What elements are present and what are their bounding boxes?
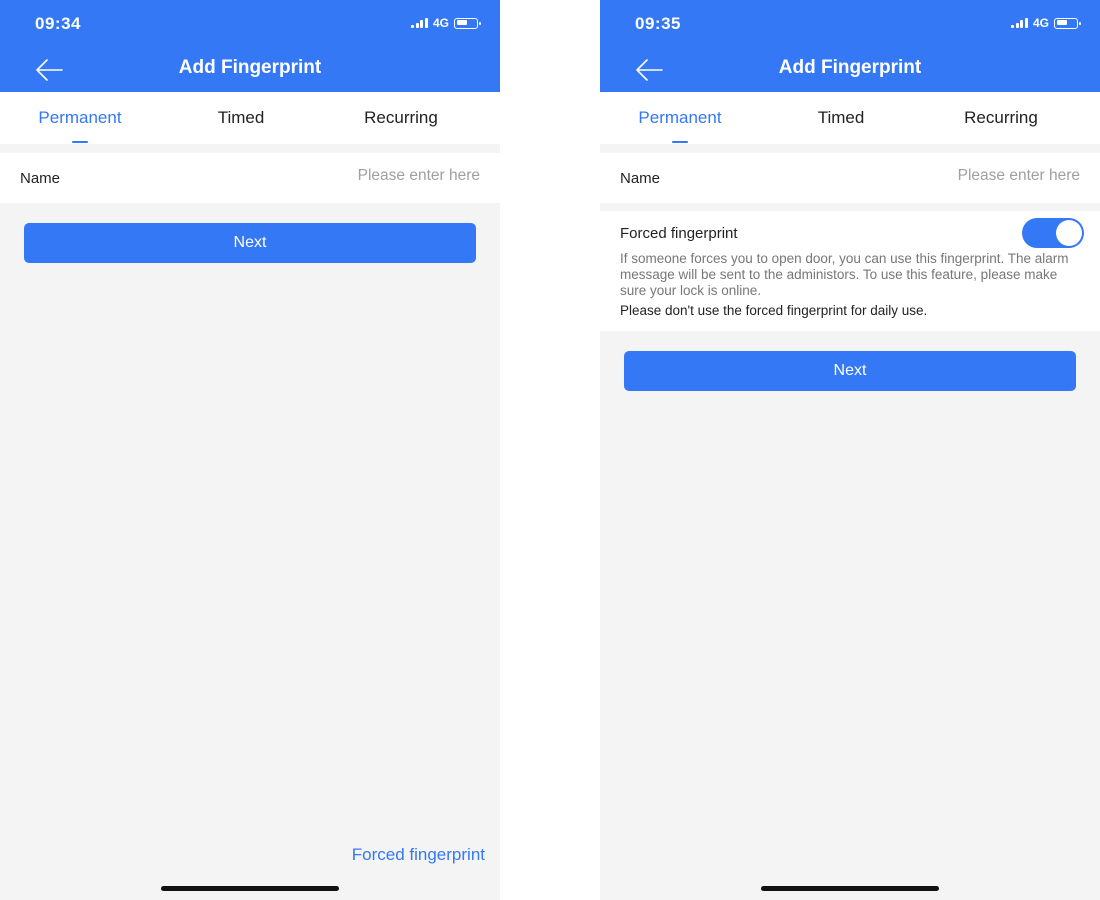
page-title: Add Fingerprint bbox=[178, 57, 322, 78]
next-button[interactable]: Next bbox=[624, 351, 1076, 391]
tab-bar: Permanent Timed Recurring bbox=[0, 92, 500, 144]
next-button[interactable]: Next bbox=[24, 223, 476, 263]
tab-recurring[interactable]: Recurring bbox=[921, 108, 1081, 128]
screen-add-fingerprint-forced: 09:35 4G Add Fingerprint Permanent Timed… bbox=[600, 0, 1100, 900]
name-input[interactable] bbox=[858, 166, 1082, 186]
forced-fingerprint-toggle[interactable] bbox=[1022, 218, 1084, 248]
tab-permanent[interactable]: Permanent bbox=[600, 108, 760, 128]
name-label: Name bbox=[620, 170, 661, 187]
name-label: Name bbox=[20, 170, 61, 187]
status-indicators: 4G bbox=[411, 16, 481, 30]
header: 09:34 4G Add Fingerprint bbox=[0, 0, 500, 92]
tab-permanent[interactable]: Permanent bbox=[0, 108, 160, 128]
status-indicators: 4G bbox=[1011, 16, 1081, 30]
battery-icon bbox=[1054, 17, 1081, 29]
tab-timed[interactable]: Timed bbox=[761, 108, 921, 128]
status-time: 09:35 bbox=[635, 14, 681, 33]
network-type: 4G bbox=[1032, 16, 1049, 30]
network-type: 4G bbox=[432, 16, 449, 30]
forced-fingerprint-warning: Please don't use the forced fingerprint … bbox=[620, 303, 928, 318]
forced-fingerprint-link[interactable]: Forced fingerprint bbox=[352, 845, 485, 865]
name-row: Name bbox=[0, 153, 500, 203]
name-input[interactable] bbox=[258, 166, 482, 186]
battery-icon bbox=[454, 17, 481, 29]
name-row: Name bbox=[600, 153, 1100, 203]
forced-fingerprint-description: If someone forces you to open door, you … bbox=[620, 251, 1069, 298]
forced-fingerprint-section: Forced fingerprint If someone forces you… bbox=[600, 211, 1100, 331]
status-time: 09:34 bbox=[35, 14, 81, 33]
page-title: Add Fingerprint bbox=[778, 57, 922, 78]
cellular-signal-icon bbox=[411, 18, 428, 28]
toggle-knob bbox=[1056, 220, 1082, 246]
tab-recurring[interactable]: Recurring bbox=[321, 108, 481, 128]
active-tab-indicator bbox=[72, 141, 88, 143]
tab-bar: Permanent Timed Recurring bbox=[600, 92, 1100, 144]
header: 09:35 4G Add Fingerprint bbox=[600, 0, 1100, 92]
forced-fingerprint-label: Forced fingerprint bbox=[620, 225, 738, 242]
screen-add-fingerprint-default: 09:34 4G Add Fingerprint Permanent Timed… bbox=[0, 0, 500, 900]
active-tab-indicator bbox=[672, 141, 688, 143]
tab-timed[interactable]: Timed bbox=[161, 108, 321, 128]
home-indicator bbox=[161, 886, 339, 891]
cellular-signal-icon bbox=[1011, 18, 1028, 28]
home-indicator bbox=[761, 886, 939, 891]
